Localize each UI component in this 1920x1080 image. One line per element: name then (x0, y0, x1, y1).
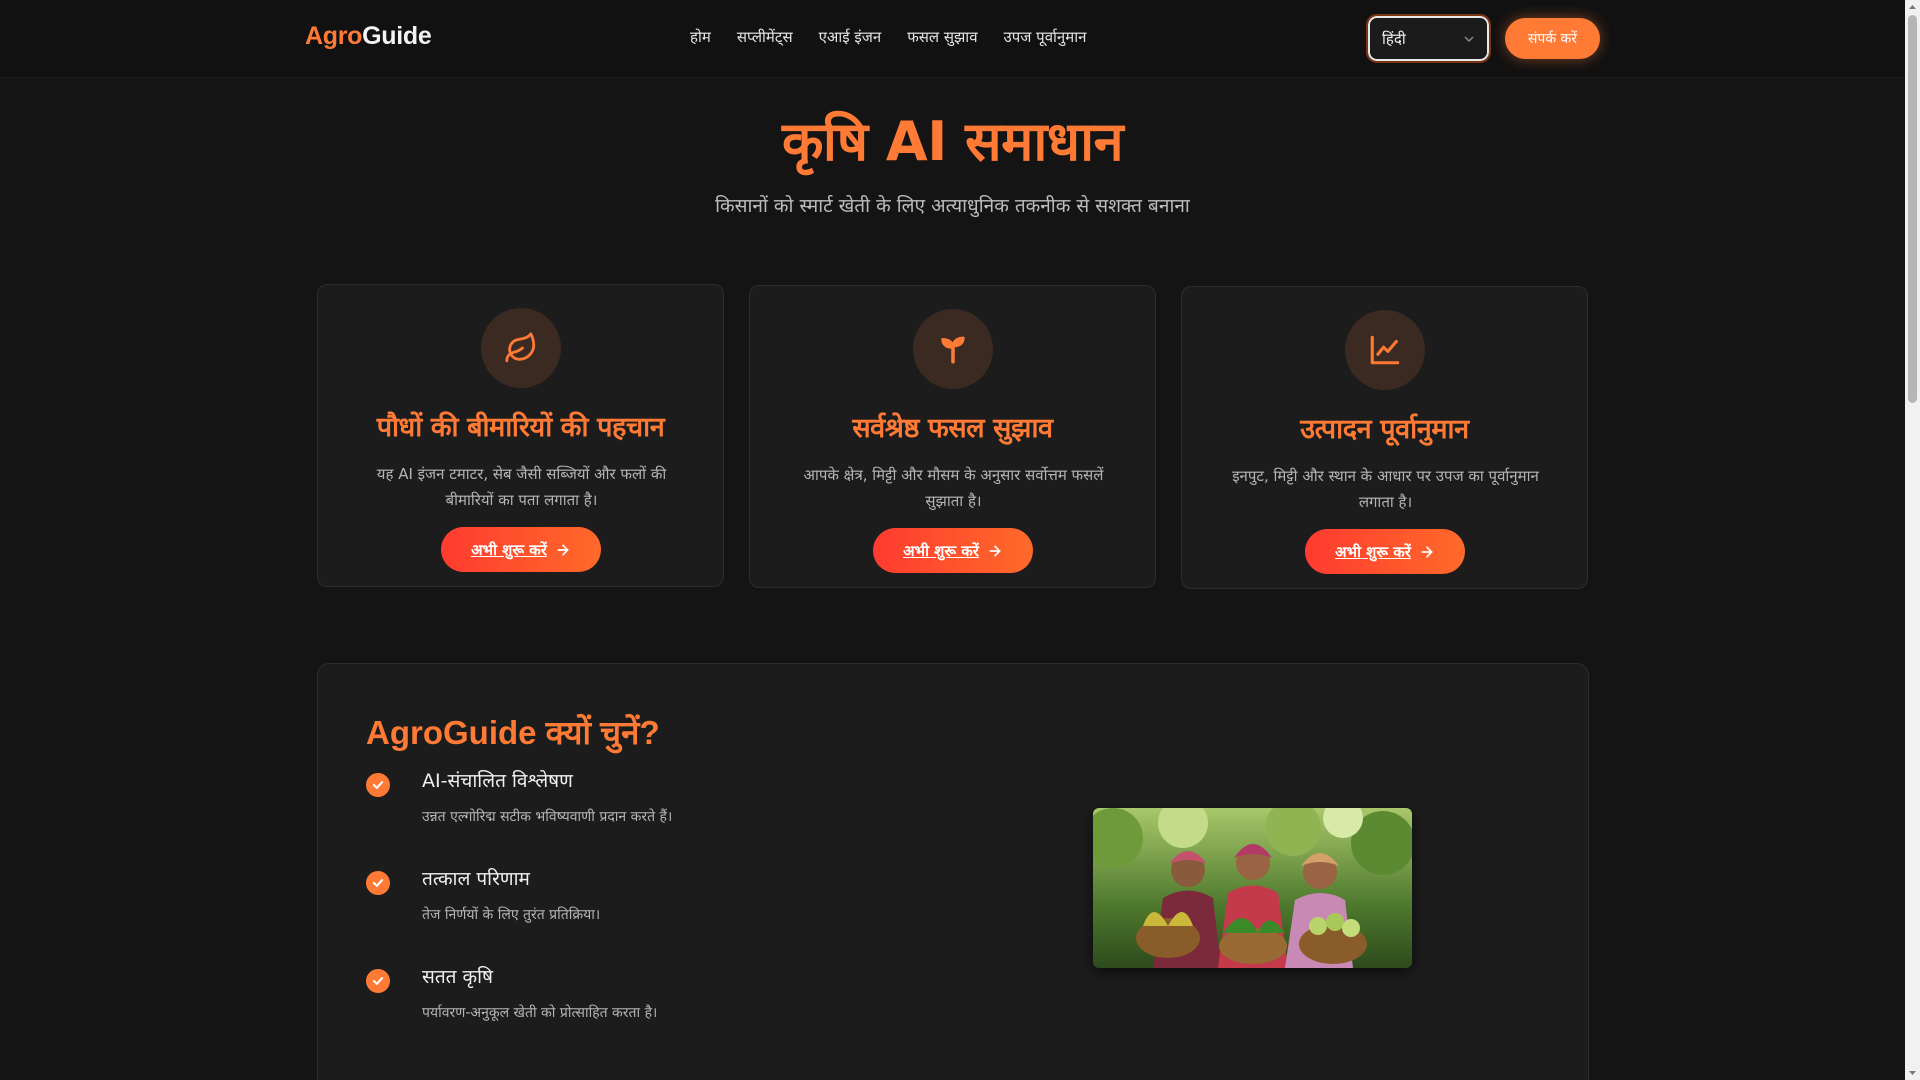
feature-card-yield-prediction: उत्पादन पूर्वानुमान इनपुट, मिट्टी और स्थ… (1181, 286, 1588, 589)
why-agroguide-section: AgroGuide क्यों चुनें? AI-संचालित विश्ले… (317, 663, 1589, 1080)
card-title: पौधों की बीमारियों की पहचान (376, 412, 665, 443)
card-description: आपके क्षेत्र, मिट्टी और मौसम के अनुसार स… (803, 466, 1104, 510)
start-now-button[interactable]: अभी शुरू करें (441, 527, 601, 572)
hero-title: कृषि AI समाधान (781, 110, 1124, 173)
feature-title: सतत कृषि (422, 966, 494, 988)
check-circle-icon (366, 871, 390, 895)
check-circle-icon (366, 773, 390, 797)
start-now-label: अभी शुरू करें (1335, 542, 1411, 561)
nav-link-home[interactable]: होम (690, 27, 711, 47)
page: AgroGuide होम सप्लीमेंट्स एआई इंजन फसल स… (0, 0, 1920, 1080)
line-chart-icon (1345, 310, 1425, 390)
feature-title: तत्काल परिणाम (422, 868, 530, 890)
arrow-right-icon (989, 545, 1001, 556)
hero-subtitle: किसानों को स्मार्ट खेती के लिए अत्याधुनि… (715, 195, 1190, 217)
arrow-right-icon (1421, 546, 1433, 557)
feature-description: तेज निर्णयों के लिए तुरंत प्रतिक्रिया। (422, 907, 601, 923)
start-now-button[interactable]: अभी शुरू करें (873, 528, 1033, 573)
card-description: इनपुट, मिट्टी और स्थान के आधार पर उपज का… (1232, 467, 1539, 511)
nav-link-supplements[interactable]: सप्लीमेंट्स (737, 27, 793, 47)
feature-card-disease-detection: पौधों की बीमारियों की पहचान यह AI इंजन ट… (317, 284, 724, 587)
contact-button[interactable]: संपर्क करें (1505, 18, 1600, 59)
feature-card-crop-suggestion: सर्वश्रेष्ठ फसल सुझाव आपके क्षेत्र, मिट्… (749, 285, 1156, 588)
navbar: AgroGuide होम सप्लीमेंट्स एआई इंजन फसल स… (0, 0, 1905, 78)
leaf-icon (481, 308, 561, 388)
language-select[interactable]: हिंदी (1366, 14, 1491, 63)
why-section-title: AgroGuide क्यों चुनें? (366, 714, 660, 751)
arrow-right-icon (557, 544, 569, 555)
start-now-button[interactable]: अभी शुरू करें (1305, 529, 1465, 574)
language-select-value: हिंदी (1382, 29, 1406, 48)
farmers-photo (1093, 808, 1412, 968)
brand-logo[interactable]: AgroGuide (305, 22, 432, 51)
start-now-label: अभी शुरू करें (903, 541, 979, 560)
page-scrollbar[interactable] (1905, 0, 1920, 1080)
feature-description: पर्यावरण-अनुकूल खेती को प्रोत्साहित करता… (422, 1005, 658, 1021)
scroll-down-arrow-icon[interactable] (1908, 1068, 1917, 1077)
feature-description: उन्नत एल्गोरिद्म सटीक भविष्यवाणी प्रदान … (422, 809, 673, 825)
check-circle-icon (366, 969, 390, 993)
sprout-icon (913, 309, 993, 389)
nav-link-crop-suggestion[interactable]: फसल सुझाव (907, 27, 977, 47)
nav-links: होम सप्लीमेंट्स एआई इंजन फसल सुझाव उपज प… (690, 27, 1086, 47)
nav-link-yield-prediction[interactable]: उपज पूर्वानुमान (1004, 27, 1087, 47)
start-now-label: अभी शुरू करें (471, 540, 547, 559)
brand-part-agro: Agro (305, 22, 363, 50)
chevron-down-icon (1464, 35, 1474, 42)
scrollbar-thumb[interactable] (1908, 15, 1917, 403)
card-title: सर्वश्रेष्ठ फसल सुझाव (852, 413, 1053, 444)
scroll-up-arrow-icon[interactable] (1908, 3, 1917, 12)
nav-link-ai-engine[interactable]: एआई इंजन (819, 27, 882, 47)
card-title: उत्पादन पूर्वानुमान (1300, 414, 1469, 445)
brand-part-guide: Guide (362, 22, 432, 50)
card-description: यह AI इंजन टमाटर, सेब जैसी सब्जियों और फ… (376, 465, 667, 509)
feature-title: AI-संचालित विश्लेषण (422, 770, 573, 792)
